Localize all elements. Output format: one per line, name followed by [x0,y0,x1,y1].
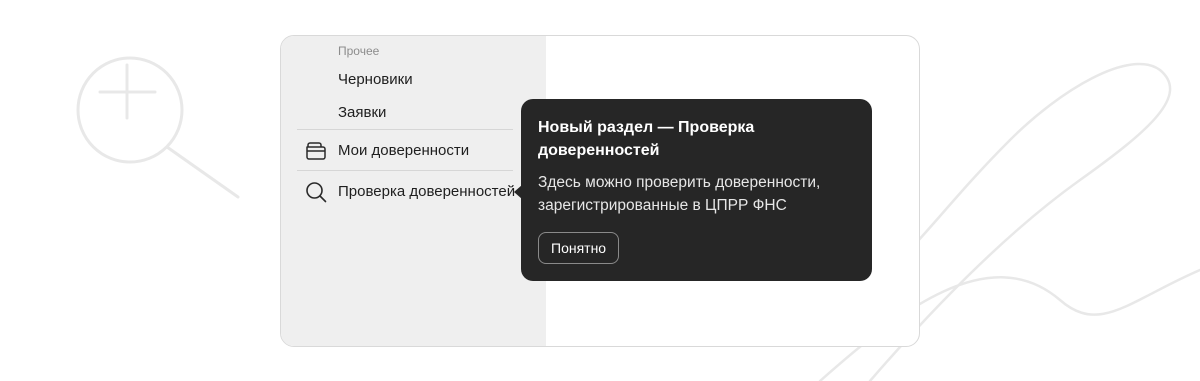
sidebar-divider [297,170,513,171]
search-icon [306,182,327,203]
tooltip-body: Здесь можно проверить доверенности, заре… [538,174,821,214]
sidebar-section-caption: Прочее [338,44,380,58]
sidebar-item-label: Мои доверенности [338,141,470,159]
sidebar-divider [297,129,513,130]
sidebar-item-label: Заявки [338,103,387,121]
sidebar-item-my-powers-of-attorney[interactable]: Мои доверенности [297,133,513,167]
sidebar-item-requests[interactable]: Заявки [297,95,513,129]
sidebar: Прочее Черновики Заявки Мои доверенности… [281,36,546,346]
tooltip-title: Новый раздел — Проверка доверенностей [538,119,755,159]
sidebar-item-label: Черновики [338,70,413,88]
got-it-button[interactable]: Понятно [538,232,620,264]
onboarding-tooltip: Новый раздел — Проверка доверенностей Зд… [514,99,872,281]
sidebar-item-drafts[interactable]: Черновики [297,62,513,96]
sidebar-item-label: Проверка доверенностей [338,182,516,200]
wallet-icon [306,142,326,160]
zoom-in-icon [76,56,240,199]
tooltip-arrow [514,185,522,199]
sidebar-item-check-powers-of-attorney[interactable]: Проверка доверенностей [297,174,516,208]
